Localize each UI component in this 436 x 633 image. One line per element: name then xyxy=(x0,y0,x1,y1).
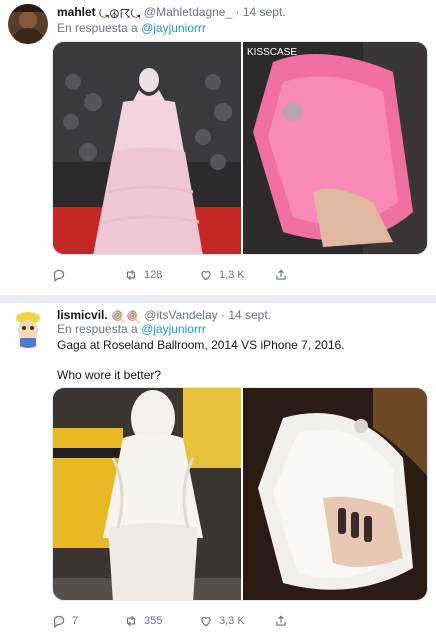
like-action[interactable]: 3,3 K xyxy=(199,614,245,628)
separator-dot: · xyxy=(235,5,240,19)
like-count: 3,3 K xyxy=(219,615,245,627)
timestamp[interactable]: 14 sept. xyxy=(228,308,271,322)
share-icon xyxy=(276,615,286,626)
display-name[interactable]: mahlet xyxy=(57,5,96,19)
separator-dot: · xyxy=(220,308,225,322)
tweet-header: mahlet ⤿☮☈⤿ @Mahletdagne_ · 14 sept. xyxy=(57,5,286,22)
watermark-text: KISSCASE xyxy=(247,47,298,58)
media-grid xyxy=(52,387,428,601)
retweet-icon xyxy=(126,615,136,627)
handle[interactable]: @itsVandelay xyxy=(144,308,217,322)
like-icon xyxy=(201,617,211,627)
media-grid: KISSCASE xyxy=(52,41,428,255)
reply-context: En respuesta a @jayjuniorrr xyxy=(57,21,206,35)
reply-to-link[interactable]: @jayjuniorrr xyxy=(141,21,206,35)
retweet-icon xyxy=(126,269,136,281)
avatar[interactable] xyxy=(8,4,48,44)
share-action[interactable] xyxy=(274,614,294,628)
share-icon xyxy=(276,269,286,280)
media-photo-1[interactable] xyxy=(53,388,241,600)
retweet-count: 355 xyxy=(144,615,163,627)
name-emoji: ⤿☮☈⤿ xyxy=(99,7,141,21)
tweet-text-line-1: Gaga at Roseland Ballroom, 2014 VS iPhon… xyxy=(57,338,345,352)
tweet-text-line-2: Who wore it better? xyxy=(57,368,162,382)
retweet-action[interactable]: 128 xyxy=(124,268,162,282)
reply-context: En respuesta a @jayjuniorrr xyxy=(57,322,206,336)
reply-action[interactable] xyxy=(52,268,72,282)
media-photo-1[interactable] xyxy=(53,42,241,254)
tweet-2[interactable]: lismicvil. 🍭🍭 @itsVandelay · 14 sept. En… xyxy=(0,303,436,633)
timestamp[interactable]: 14 sept. xyxy=(243,5,286,19)
like-action[interactable]: 1,3 K xyxy=(199,268,245,282)
share-action[interactable] xyxy=(274,268,294,282)
reply-count: 7 xyxy=(72,615,79,627)
like-icon xyxy=(201,271,211,281)
reply-prefix: En respuesta a xyxy=(57,21,138,35)
retweet-action[interactable]: 355 xyxy=(124,614,162,628)
handle[interactable]: @Mahletdagne_ xyxy=(144,5,232,19)
reply-to-link[interactable]: @jayjuniorrr xyxy=(141,322,206,336)
display-name[interactable]: lismicvil. xyxy=(57,308,108,322)
reply-icon xyxy=(53,615,65,628)
like-count: 1,3 K xyxy=(219,269,245,281)
avatar[interactable] xyxy=(8,308,48,348)
timeline-divider xyxy=(0,295,436,303)
media-photo-2[interactable]: KISSCASE xyxy=(243,42,427,254)
reply-prefix: En respuesta a xyxy=(57,322,138,336)
reply-icon xyxy=(53,269,65,282)
tweet-1[interactable]: mahlet ⤿☮☈⤿ @Mahletdagne_ · 14 sept. En … xyxy=(0,0,436,295)
retweet-count: 128 xyxy=(144,269,163,281)
media-photo-2[interactable] xyxy=(243,388,427,600)
reply-action[interactable]: 7 xyxy=(52,614,78,628)
